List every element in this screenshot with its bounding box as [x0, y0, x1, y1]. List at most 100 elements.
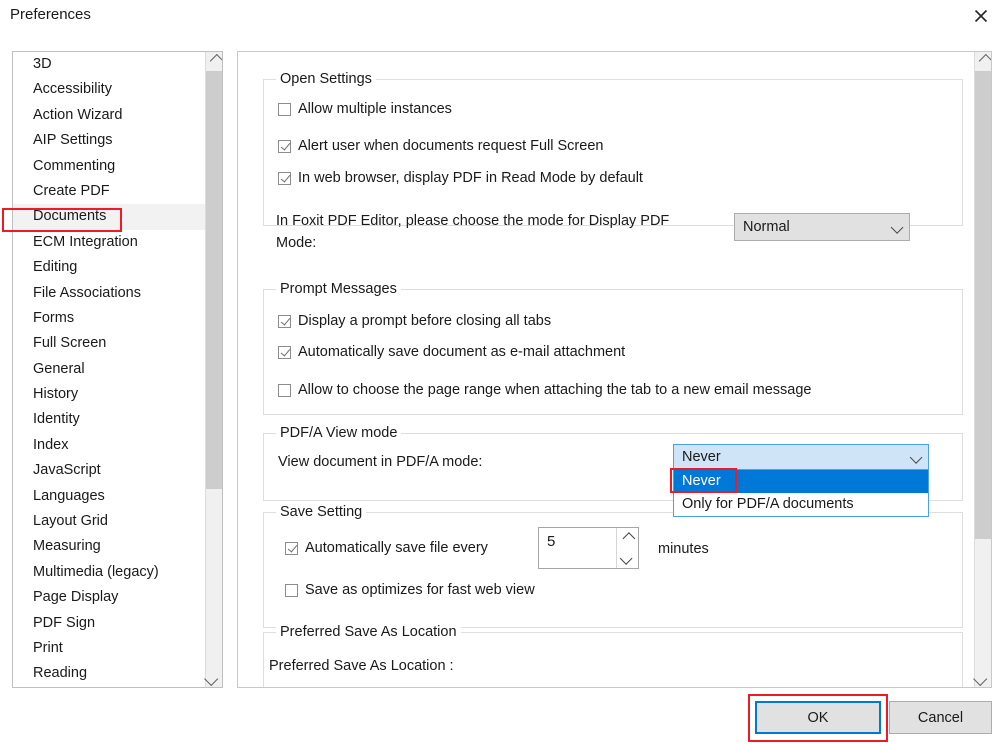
chevron-down-icon — [887, 220, 909, 234]
sidebar-item-label: Index — [33, 436, 69, 453]
dropdown-option-never[interactable]: Never — [674, 470, 928, 493]
sidebar-item-label: Languages — [33, 487, 105, 504]
minutes-unit-label: minutes — [658, 541, 709, 557]
sidebar-item-javascript[interactable]: JavaScript — [13, 458, 205, 483]
sidebar-item-pdf-sign[interactable]: PDF Sign — [13, 611, 205, 636]
sidebar-item-full-screen[interactable]: Full Screen — [13, 331, 205, 356]
sidebar-scroll-up-button[interactable] — [206, 52, 222, 69]
sidebar-item-label: Multimedia (legacy) — [33, 563, 159, 580]
sidebar-item-general[interactable]: General — [13, 357, 205, 382]
sidebar-item-label: Layout Grid — [33, 513, 108, 530]
settings-panel: Open Settings Allow multiple instances A… — [237, 51, 992, 688]
checkbox-box[interactable] — [285, 583, 298, 597]
checkbox-alert-full-screen[interactable]: Alert user when documents request Full S… — [278, 138, 603, 154]
dropdown-option-only-for-pdfa[interactable]: Only for PDF/A documents — [674, 493, 928, 516]
sidebar-item-commenting[interactable]: Commenting — [13, 154, 205, 179]
sidebar-item-identity[interactable]: Identity — [13, 407, 205, 432]
checkbox-label: Save as optimizes for fast web view — [305, 582, 535, 598]
dialog-title-bar: Preferences — [0, 0, 1004, 34]
checkbox-box[interactable] — [278, 102, 291, 116]
sidebar-item-label: Action Wizard — [33, 106, 123, 123]
checkbox-box[interactable] — [278, 139, 291, 153]
sidebar-item-multimedia-legacy[interactable]: Multimedia (legacy) — [13, 560, 205, 585]
ok-button[interactable]: OK — [755, 701, 881, 734]
sidebar-scroll-thumb[interactable] — [206, 71, 222, 489]
category-list[interactable]: 3D Accessibility Action Wizard AIP Settings… — [12, 51, 223, 688]
checkbox-label: Allow to choose the page range when atta… — [298, 382, 812, 398]
sidebar-item-ecm-integration[interactable]: ECM Integration — [13, 230, 205, 255]
group-legend-preferred-save-location: Preferred Save As Location — [276, 624, 461, 640]
chevron-down-icon — [204, 671, 219, 686]
checkbox-label: Alert user when documents request Full S… — [298, 138, 604, 154]
checkbox-read-mode-default[interactable]: In web browser, display PDF in Read Mode… — [278, 170, 643, 186]
sidebar-item-history[interactable]: History — [13, 382, 205, 407]
sidebar-item-label: Page Display — [33, 589, 119, 606]
checkbox-box[interactable] — [278, 383, 291, 397]
checkbox-box[interactable] — [278, 345, 291, 359]
sidebar-item-create-pdf[interactable]: Create PDF — [13, 179, 205, 204]
sidebar-item-3d[interactable]: 3D — [13, 52, 205, 77]
panel-scrollbar[interactable] — [973, 52, 991, 687]
group-legend-save-setting: Save Setting — [276, 504, 367, 520]
sidebar-item-label: Identity — [33, 411, 80, 428]
sidebar-item-aip-settings[interactable]: AIP Settings — [13, 128, 205, 153]
sidebar-item-label: Commenting — [33, 157, 116, 174]
panel-scroll-down-button[interactable] — [973, 670, 991, 687]
checkbox-label: In web browser, display PDF in Read Mode… — [298, 170, 643, 186]
sidebar-item-label: General — [33, 360, 85, 377]
checkbox-save-as-email-attachment[interactable]: Automatically save document as e-mail at… — [278, 344, 625, 360]
sidebar-item-accessibility[interactable]: Accessibility — [13, 77, 205, 102]
checkbox-choose-page-range[interactable]: Allow to choose the page range when atta… — [278, 382, 811, 398]
sidebar-item-file-associations[interactable]: File Associations — [13, 281, 205, 306]
sidebar-item-reading[interactable]: Reading — [13, 661, 205, 686]
sidebar-item-editing[interactable]: Editing — [13, 255, 205, 280]
sidebar-item-print[interactable]: Print — [13, 636, 205, 661]
checkbox-fast-web-view[interactable]: Save as optimizes for fast web view — [285, 582, 535, 598]
stepper-increment-button[interactable] — [617, 528, 638, 548]
sidebar-item-index[interactable]: Index — [13, 433, 205, 458]
sidebar-item-label: Print — [33, 639, 63, 656]
stepper-decrement-button[interactable] — [617, 548, 638, 568]
sidebar-item-label: AIP Settings — [33, 132, 113, 149]
pdfa-mode-dropdown-list[interactable]: Never Only for PDF/A documents — [673, 470, 929, 517]
pdfa-mode-select[interactable]: Never — [673, 444, 929, 470]
sidebar-item-label: Reading — [33, 665, 88, 682]
sidebar-item-measuring[interactable]: Measuring — [13, 534, 205, 559]
sidebar-item-label: Full Screen — [33, 335, 107, 352]
panel-scroll-thumb[interactable] — [975, 71, 991, 539]
group-legend-prompt-messages: Prompt Messages — [276, 281, 401, 297]
chevron-down-icon — [973, 671, 988, 686]
group-legend-pdfa-view-mode: PDF/A View mode — [276, 425, 402, 441]
auto-save-interval-stepper[interactable]: 5 — [538, 527, 639, 569]
sidebar-item-documents[interactable]: Documents — [13, 204, 205, 230]
display-pdf-mode-select[interactable]: Normal — [734, 213, 910, 241]
checkbox-box[interactable] — [278, 171, 291, 185]
sidebar-item-label: PDF Sign — [33, 614, 96, 631]
sidebar-item-label: File Associations — [33, 284, 141, 301]
checkbox-allow-multiple-instances[interactable]: Allow multiple instances — [278, 101, 452, 117]
checkbox-box[interactable] — [278, 314, 291, 328]
page-title: Preferences — [10, 6, 91, 23]
sidebar-item-label: Forms — [33, 309, 75, 326]
group-legend-open-settings: Open Settings — [276, 71, 376, 87]
close-icon[interactable] — [962, 0, 1000, 32]
sidebar-scrollbar[interactable] — [204, 52, 222, 687]
chevron-up-icon — [209, 53, 222, 68]
sidebar-item-forms[interactable]: Forms — [13, 306, 205, 331]
chevron-down-icon — [619, 551, 633, 565]
sidebar-item-label: Measuring — [33, 538, 101, 555]
checkbox-closing-all-tabs[interactable]: Display a prompt before closing all tabs — [278, 313, 551, 329]
sidebar-item-page-display[interactable]: Page Display — [13, 585, 205, 610]
sidebar-item-languages[interactable]: Languages — [13, 484, 205, 509]
cancel-button[interactable]: Cancel — [889, 701, 992, 734]
sidebar-item-layout-grid[interactable]: Layout Grid — [13, 509, 205, 534]
sidebar-scroll-down-button[interactable] — [204, 670, 222, 687]
checkbox-box[interactable] — [285, 541, 298, 555]
sidebar-item-label: Accessibility — [33, 81, 112, 98]
sidebar-item-action-wizard[interactable]: Action Wizard — [13, 103, 205, 128]
chevron-up-icon — [978, 53, 991, 68]
checkbox-auto-save-file[interactable]: Automatically save file every — [285, 540, 488, 556]
panel-scroll-up-button[interactable] — [975, 52, 991, 69]
checkbox-label: Automatically save file every — [305, 540, 488, 556]
category-list-items: 3D Accessibility Action Wizard AIP Settings… — [13, 52, 205, 687]
